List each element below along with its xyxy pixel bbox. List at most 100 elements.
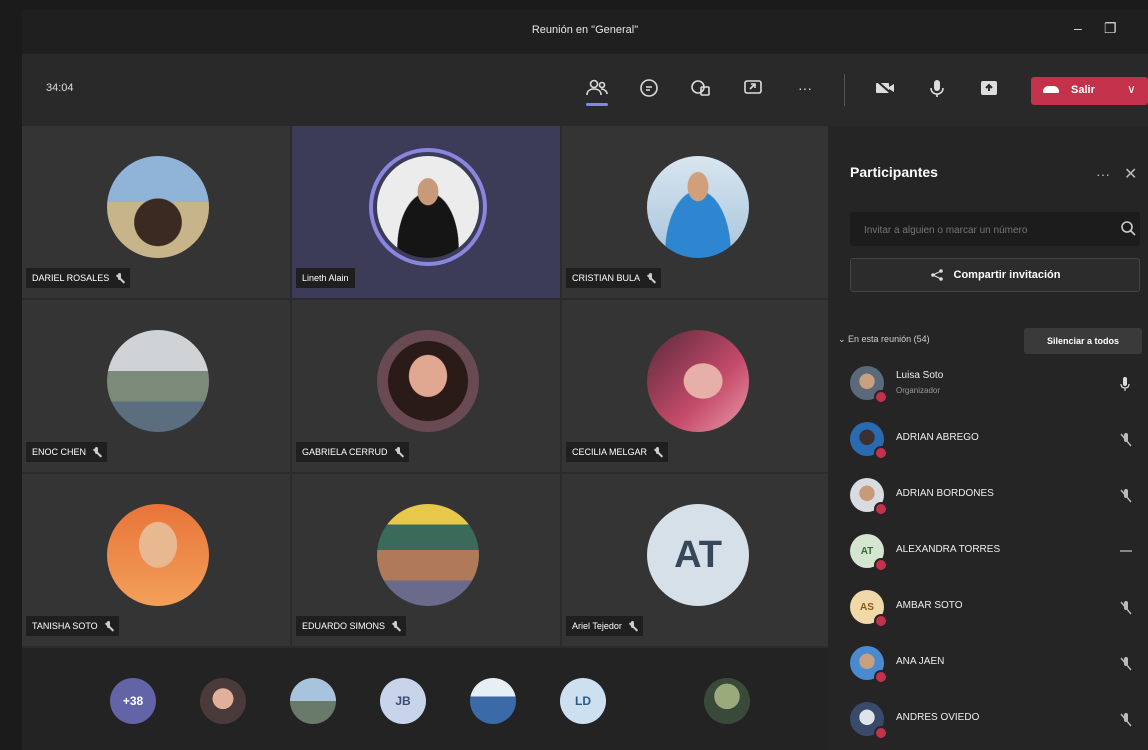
participant-name: ANDRES OVIEDO bbox=[896, 712, 980, 723]
video-tile[interactable]: DARIEL ROSALES bbox=[22, 126, 292, 300]
microphone-button[interactable] bbox=[920, 68, 954, 108]
participant-photo bbox=[647, 330, 749, 432]
video-tile[interactable]: CRISTIAN BULA bbox=[562, 126, 832, 300]
video-tile[interactable]: AT Ariel Tejedor bbox=[562, 474, 832, 648]
mic-muted-icon bbox=[1120, 489, 1132, 503]
invite-input[interactable] bbox=[862, 220, 1116, 240]
participant-row[interactable]: ANDRES OVIEDO bbox=[850, 698, 1146, 742]
in-meeting-section-toggle[interactable]: ⌄ En esta reunión (54) bbox=[838, 334, 930, 345]
share-invitation-label: Compartir invitación bbox=[953, 269, 1061, 281]
window-title: Reunión en "General" bbox=[531, 24, 639, 36]
leave-label: Salir bbox=[1071, 84, 1095, 96]
microphone-icon bbox=[930, 80, 944, 97]
leave-button[interactable]: Salir ∨ bbox=[1031, 77, 1148, 105]
participant-initials-avatar: AT bbox=[647, 504, 749, 606]
participant-name-tag: CECILIA MELGAR bbox=[566, 442, 669, 462]
share-screen-button[interactable] bbox=[736, 68, 770, 108]
participant-photo bbox=[107, 156, 209, 258]
invite-box bbox=[850, 212, 1140, 246]
chat-button[interactable] bbox=[632, 68, 666, 108]
video-tile-active-speaker[interactable]: Lineth Alain bbox=[292, 126, 562, 300]
hang-up-icon bbox=[1043, 86, 1059, 93]
participants-button[interactable] bbox=[580, 68, 614, 108]
presence-dot bbox=[874, 390, 888, 404]
participant-name: GABRIELA CERRUD bbox=[302, 447, 388, 457]
presence-dot bbox=[874, 446, 888, 460]
search-icon[interactable] bbox=[1120, 219, 1136, 237]
presence-dot bbox=[874, 558, 888, 572]
mic-muted-icon bbox=[115, 272, 124, 284]
mic-muted-icon bbox=[1120, 601, 1132, 615]
participant-row[interactable]: ANA JAEN bbox=[850, 642, 1146, 686]
participant-name: CECILIA MELGAR bbox=[572, 447, 648, 457]
participant-name-tag: CRISTIAN BULA bbox=[566, 268, 662, 288]
video-tile[interactable]: CECILIA MELGAR bbox=[562, 300, 832, 474]
mic-muted-icon bbox=[394, 446, 403, 458]
reactions-icon bbox=[691, 80, 710, 96]
strip-avatar[interactable] bbox=[200, 678, 246, 724]
video-tile[interactable]: ENOC CHEN bbox=[22, 300, 292, 474]
overflow-participants-strip: +38 JB LD bbox=[22, 648, 828, 750]
participant-name: EDUARDO SIMONS bbox=[302, 621, 386, 631]
participant-name: ANA JAEN bbox=[896, 656, 945, 667]
more-actions-button[interactable]: ··· bbox=[788, 68, 822, 108]
maximize-button[interactable]: ❐ bbox=[1104, 20, 1117, 37]
participant-name-tag: Lineth Alain bbox=[296, 268, 355, 288]
participant-row[interactable]: ADRIAN ABREGO bbox=[850, 418, 1146, 462]
participant-name: Ariel Tejedor bbox=[572, 621, 622, 631]
strip-initials-avatar[interactable]: JB bbox=[380, 678, 426, 724]
participant-name: ADRIAN BORDONES bbox=[896, 488, 994, 499]
video-grid: DARIEL ROSALES Lineth Alain CRISTIAN BUL… bbox=[22, 126, 832, 648]
mic-muted-icon bbox=[1120, 713, 1132, 727]
participant-name: Luisa Soto bbox=[896, 370, 944, 381]
participant-name: CRISTIAN BULA bbox=[572, 273, 641, 283]
participant-name: DARIEL ROSALES bbox=[32, 273, 110, 283]
camera-button[interactable] bbox=[868, 68, 902, 108]
share-icon bbox=[930, 269, 943, 281]
participant-name: AMBAR SOTO bbox=[896, 600, 963, 611]
camera-off-icon bbox=[876, 80, 894, 96]
participant-photo bbox=[377, 330, 479, 432]
share-tray-button[interactable] bbox=[972, 68, 1006, 108]
presence-dot bbox=[874, 502, 888, 516]
participant-name-tag: EDUARDO SIMONS bbox=[296, 616, 407, 636]
participant-row[interactable]: Luisa Soto Organizador bbox=[850, 362, 1146, 406]
video-tile[interactable]: GABRIELA CERRUD bbox=[292, 300, 562, 474]
participant-name: ADRIAN ABREGO bbox=[896, 432, 979, 443]
mic-muted-icon bbox=[1120, 657, 1132, 671]
strip-avatar[interactable] bbox=[704, 678, 750, 724]
participant-photo bbox=[377, 156, 479, 258]
participant-name: TANISHA SOTO bbox=[32, 621, 98, 631]
participant-photo bbox=[377, 504, 479, 606]
meeting-timer: 34:04 bbox=[46, 82, 74, 94]
mute-all-button[interactable]: Silenciar a todos bbox=[1024, 328, 1142, 354]
participant-name-tag: TANISHA SOTO bbox=[26, 616, 119, 636]
minimize-button[interactable]: – bbox=[1074, 20, 1082, 36]
panel-more-button[interactable]: ··· bbox=[1096, 166, 1110, 182]
meeting-toolbar: 34:04 ··· Salir ∨ bbox=[22, 54, 1148, 126]
strip-initials-avatar[interactable]: LD bbox=[560, 678, 606, 724]
panel-close-button[interactable]: ✕ bbox=[1124, 164, 1137, 184]
presence-dot bbox=[874, 614, 888, 628]
leave-options-chevron[interactable]: ∨ bbox=[1127, 82, 1136, 96]
mic-muted-icon bbox=[391, 620, 400, 632]
toolbar-divider bbox=[844, 74, 845, 106]
people-icon bbox=[586, 79, 608, 96]
strip-avatar[interactable] bbox=[470, 678, 516, 724]
participant-name-tag: Ariel Tejedor bbox=[566, 616, 643, 636]
strip-avatar[interactable] bbox=[290, 678, 336, 724]
mic-muted-icon bbox=[1120, 433, 1132, 447]
participant-row[interactable]: AS AMBAR SOTO bbox=[850, 586, 1146, 630]
video-tile[interactable]: TANISHA SOTO bbox=[22, 474, 292, 648]
video-tile[interactable]: EDUARDO SIMONS bbox=[292, 474, 562, 648]
participant-row[interactable]: AT ALEXANDRA TORRES bbox=[850, 530, 1146, 574]
mic-on-icon bbox=[1120, 377, 1130, 391]
reactions-button[interactable] bbox=[684, 68, 718, 108]
more-participants-badge[interactable]: +38 bbox=[110, 678, 156, 724]
share-invitation-button[interactable]: Compartir invitación bbox=[850, 258, 1140, 292]
presence-dot bbox=[874, 670, 888, 684]
participant-name-tag: ENOC CHEN bbox=[26, 442, 108, 462]
participant-row[interactable]: ADRIAN BORDONES bbox=[850, 474, 1146, 518]
participant-name: Lineth Alain bbox=[302, 273, 349, 283]
mic-muted-icon bbox=[104, 620, 113, 632]
